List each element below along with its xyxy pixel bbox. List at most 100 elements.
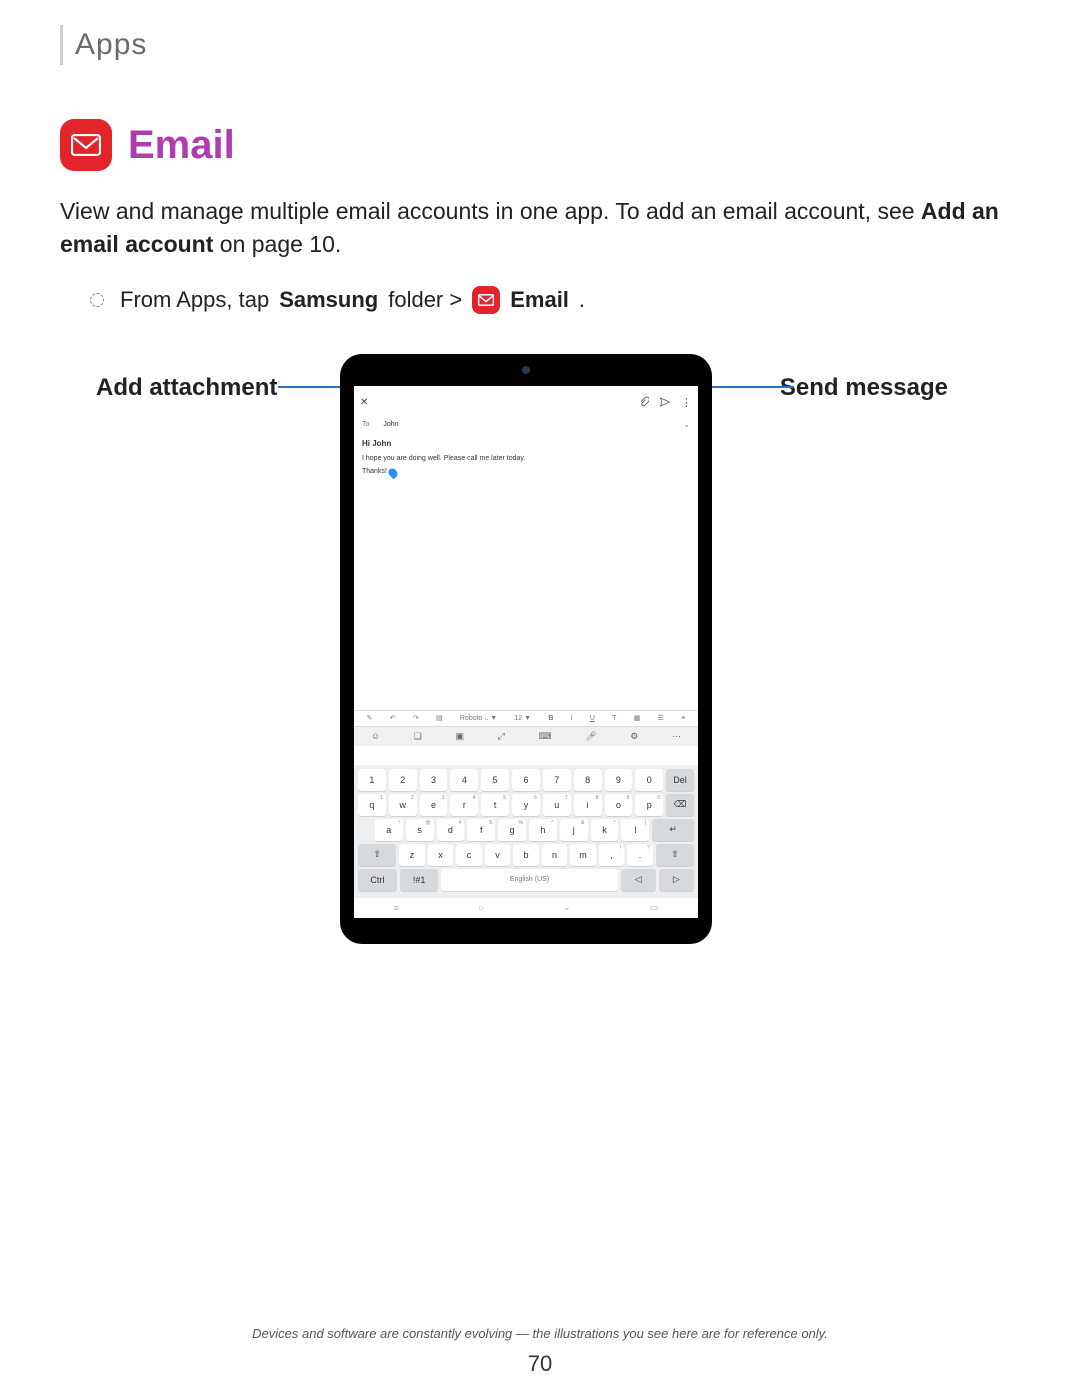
textcolor-btn[interactable]: T [612, 715, 616, 722]
format-toolbar[interactable]: ✎ ↶ ↷ ▤ Roboto .. ▼ 12 ▼ B I U T ▦ ☰ ≡ [354, 710, 698, 726]
callout-add-attachment: Add attachment [96, 374, 277, 402]
body-line: I hope you are doing well. Please call m… [362, 455, 525, 462]
key-z[interactable]: z [399, 844, 425, 866]
gif-icon[interactable]: ▣ [455, 731, 464, 742]
key-backspace[interactable]: ⌫ [666, 794, 694, 816]
key-right[interactable]: ▷ [659, 869, 694, 891]
key-9[interactable]: 9 [605, 769, 633, 791]
key-k[interactable]: k* [591, 819, 619, 841]
key-ctrl[interactable]: Ctrl [358, 869, 397, 891]
keyboard-option-bar[interactable]: ☺ ❏ ▣ ⤢ ⌨ 🎤︎ ⚙ ⋯ [354, 726, 698, 746]
subject-line[interactable]: Hi John [354, 433, 698, 450]
key-7[interactable]: 7 [543, 769, 571, 791]
page-title: Email [128, 123, 235, 168]
font-select[interactable]: Roboto .. ▼ [460, 715, 497, 722]
key-b[interactable]: b [513, 844, 539, 866]
key-o[interactable]: o9 [605, 794, 633, 816]
key-d[interactable]: d# [437, 819, 465, 841]
voice-expand-icon[interactable]: ⤢ [498, 731, 505, 742]
key-n[interactable]: n [542, 844, 568, 866]
page-title-row: Email [60, 119, 1020, 171]
key-enter[interactable]: ↵ [652, 819, 694, 841]
page-number: 70 [0, 1351, 1080, 1377]
key-v[interactable]: v [485, 844, 511, 866]
step-bold1: Samsung [279, 287, 378, 313]
recents-icon[interactable]: ≡ [394, 903, 399, 913]
key-a[interactable]: a! [375, 819, 403, 841]
key-sym[interactable]: !#1 [400, 869, 439, 891]
key-j[interactable]: j& [560, 819, 588, 841]
tablet-screen: ✕ ⋮ To John ⌄ Hi [354, 386, 698, 918]
tablet-frame: ✕ ⋮ To John ⌄ Hi [340, 354, 712, 944]
mic-icon[interactable]: 🎤︎ [585, 731, 596, 742]
key-e[interactable]: e3 [420, 794, 448, 816]
key-t[interactable]: t5 [481, 794, 509, 816]
pen-icon[interactable]: ✎ [367, 714, 373, 722]
step-bold2: Email [510, 287, 569, 313]
key-l[interactable]: l( [621, 819, 649, 841]
key-2[interactable]: 2 [389, 769, 417, 791]
sticker-icon[interactable]: ❏ [414, 731, 422, 742]
emoji-icon[interactable]: ☺ [371, 731, 380, 741]
step-suffix: . [579, 287, 585, 313]
camera-icon[interactable]: ⌨ [539, 731, 552, 742]
cursor-handle-icon[interactable] [386, 467, 399, 480]
align-icon[interactable]: ≡ [681, 715, 685, 722]
key-u[interactable]: u7 [543, 794, 571, 816]
key-r[interactable]: r4 [450, 794, 478, 816]
image-icon[interactable]: ▤ [436, 714, 443, 722]
key-8[interactable]: 8 [574, 769, 602, 791]
body-text[interactable]: I hope you are doing well. Please call m… [354, 450, 698, 483]
key-shift-left[interactable]: ⇧ [358, 844, 396, 866]
key-6[interactable]: 6 [512, 769, 540, 791]
key-s[interactable]: s@ [406, 819, 434, 841]
keyboard[interactable]: 1234567890Del q1w2e3r4t5y6u7i8o9p0⌫ a!s@… [354, 765, 698, 898]
key-shift-right[interactable]: ⇧ [656, 844, 694, 866]
key-y[interactable]: y6 [512, 794, 540, 816]
key-p[interactable]: p0 [635, 794, 663, 816]
list-icon[interactable]: ☰ [658, 714, 664, 722]
key-h[interactable]: h^ [529, 819, 557, 841]
chevron-down-icon[interactable]: ⌄ [683, 420, 690, 429]
to-row[interactable]: To John ⌄ [354, 416, 698, 433]
insert-table-icon[interactable]: ▦ [634, 714, 641, 722]
send-icon[interactable] [659, 396, 671, 410]
settings-icon[interactable]: ⚙ [630, 731, 638, 742]
more-kbd-icon[interactable]: ⋯ [672, 731, 681, 742]
key-del[interactable]: Del [666, 769, 694, 791]
attach-icon[interactable] [639, 396, 649, 410]
key-c[interactable]: c [456, 844, 482, 866]
key-4[interactable]: 4 [450, 769, 478, 791]
key-left[interactable]: ◁ [621, 869, 656, 891]
intro-suffix: on page 10. [213, 231, 341, 257]
key-f[interactable]: f$ [467, 819, 495, 841]
key-comma[interactable]: ,! [599, 844, 625, 866]
key-period[interactable]: .? [627, 844, 653, 866]
key-1[interactable]: 1 [358, 769, 386, 791]
close-icon[interactable]: ✕ [360, 397, 368, 408]
key-m[interactable]: m [570, 844, 596, 866]
bold-btn[interactable]: B [548, 715, 553, 722]
key-space[interactable]: English (US) [441, 869, 617, 891]
email-icon [60, 119, 112, 171]
footer-note: Devices and software are constantly evol… [0, 1326, 1080, 1341]
key-g[interactable]: g% [498, 819, 526, 841]
key-x[interactable]: x [428, 844, 454, 866]
keyboard-switch-icon[interactable]: ▭ [650, 902, 659, 913]
breadcrumb: Apps [60, 25, 1020, 65]
back-icon[interactable]: ⌄ [563, 902, 571, 913]
size-select[interactable]: 12 ▼ [514, 715, 531, 722]
italic-btn[interactable]: I [571, 715, 573, 722]
key-5[interactable]: 5 [481, 769, 509, 791]
body-sign: Thanks! [362, 468, 387, 475]
key-w[interactable]: w2 [389, 794, 417, 816]
underline-btn[interactable]: U [590, 715, 595, 722]
key-3[interactable]: 3 [420, 769, 448, 791]
home-icon[interactable]: ○ [478, 903, 483, 913]
redo-icon[interactable]: ↷ [413, 714, 419, 722]
key-q[interactable]: q1 [358, 794, 386, 816]
undo-icon[interactable]: ↶ [390, 714, 396, 722]
key-0[interactable]: 0 [635, 769, 663, 791]
more-icon[interactable]: ⋮ [681, 396, 692, 409]
key-i[interactable]: i8 [574, 794, 602, 816]
